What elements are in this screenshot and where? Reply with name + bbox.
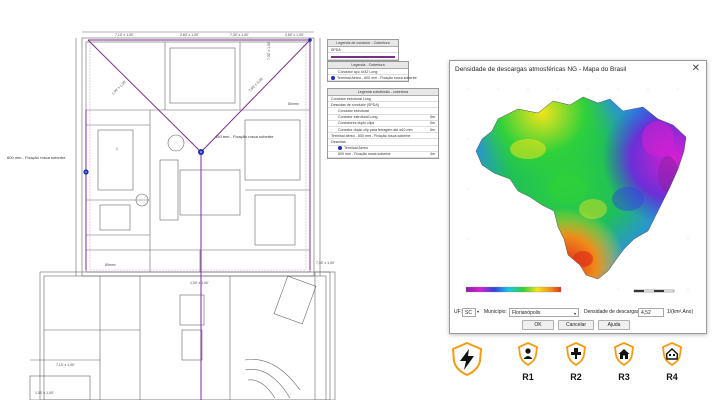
help-button[interactable]: Ajuda xyxy=(598,320,630,330)
legend-row-label: Condutor aço 4x32 Long xyxy=(338,69,378,74)
svg-text:7,30' x 1,00': 7,30' x 1,00' xyxy=(316,261,335,265)
legend-cobertura-header: Legenda - Cobertura xyxy=(328,62,408,69)
uf-select[interactable]: SC xyxy=(462,308,476,317)
uf-label: UF: xyxy=(454,309,463,315)
svg-text:1,00' x 1,00': 1,00' x 1,00' xyxy=(35,391,54,395)
legend-row: 600 mm - Fixação rosca soberbe 4m xyxy=(328,152,438,158)
densidade-unit: 1/(km².Ano) xyxy=(667,309,694,315)
location-form: UF: SC ▾ Município: Florianópolis ▾ Dens… xyxy=(454,308,702,318)
cancel-button[interactable]: Cancelar xyxy=(558,320,594,330)
legend-row-count: 5m xyxy=(430,127,435,132)
svg-text:80mm²: 80mm² xyxy=(288,102,300,106)
density-map-dialog: Densidade de descargas atmosféricas NG -… xyxy=(449,60,707,334)
legend-conductor: Legenda de condutor - Cobertura SPDA xyxy=(327,39,399,62)
legend-row-label: Descidas de condutor (SPDA) xyxy=(331,102,379,107)
person-icon xyxy=(518,342,538,367)
house-icon xyxy=(614,342,634,367)
svg-text:1: 1 xyxy=(116,147,118,151)
legend-row-label: Conectores duplo clips xyxy=(338,121,375,126)
label-terminal-center: 450 mm - Fixação rosca soberbe xyxy=(215,134,274,139)
terminal-icon xyxy=(331,75,335,80)
densidade-value: 4,52 xyxy=(641,310,651,316)
legend-row-label: Condutor estrutural xyxy=(338,108,369,113)
legend-row-label: SPDA xyxy=(331,47,341,52)
svg-text:7,30' x 1,00': 7,30' x 1,00' xyxy=(230,33,249,37)
legend-cobertura: Legenda - Cobertura Condutor aço 4x32 Lo… xyxy=(327,61,417,83)
close-icon[interactable]: ✕ xyxy=(692,63,700,74)
legend-row-label: Conector estrutural Long xyxy=(338,115,378,120)
risk-r2-label: R2 xyxy=(570,372,582,382)
legend-row-label: Terminal Aéreo - 600 mm - Fixação rosca … xyxy=(337,75,417,80)
uf-value: SC xyxy=(465,310,472,316)
map-canvas xyxy=(465,88,689,293)
svg-text:7,10' x 1,00': 7,10' x 1,00' xyxy=(56,363,75,367)
svg-text:80mm²: 80mm² xyxy=(105,263,117,267)
density-scale-bar xyxy=(465,286,562,293)
risk-r2-badge[interactable]: R2 xyxy=(563,342,589,382)
legend-subdivisao-header: Legenda subdivisão - cobertura xyxy=(328,89,438,96)
legend-row-count: 4m xyxy=(430,152,435,157)
svg-text:1,00' x 1,00': 1,00' x 1,00' xyxy=(190,281,209,285)
utility-icon xyxy=(566,342,586,367)
terminal-icon xyxy=(338,146,342,151)
densidade-input[interactable]: 4,52 xyxy=(638,308,664,317)
risk-r4-badge[interactable]: R4 xyxy=(659,342,685,382)
label-terminal-left: 600 mm - Fixação rosca soberbe xyxy=(7,155,66,160)
legend-subdivisao: Legenda subdivisão - cobertura Condutor … xyxy=(327,88,439,159)
brazil-density-map[interactable] xyxy=(458,79,698,305)
legend-row-label: Conector duplo clip para ferragem até ø1… xyxy=(338,127,413,132)
legend-row-label: Terminal Aéreo xyxy=(344,146,368,151)
dialog-title: Densidade de descargas atmosféricas NG -… xyxy=(455,66,627,73)
municipio-label: Município: xyxy=(484,309,507,315)
legend-row-count: 5m xyxy=(430,115,435,120)
legend-conductor-header: Legenda de condutor - Cobertura xyxy=(328,40,398,47)
svg-text:7,10' x 1,00': 7,10' x 1,00' xyxy=(115,33,134,37)
densidade-label: Densidade de descargas: xyxy=(584,309,641,315)
chevron-down-icon: ▾ xyxy=(573,311,576,316)
risk-r3-badge[interactable]: R3 xyxy=(611,342,637,382)
risk-r1-badge[interactable]: R1 xyxy=(515,342,541,382)
risk-r1-label: R1 xyxy=(522,372,534,382)
risk-r4-label: R4 xyxy=(666,372,678,382)
legend-row-label: 600 mm - Fixação rosca soberbe xyxy=(338,152,391,157)
lightning-icon xyxy=(451,341,483,377)
legend-row-label: Terminal aéreo - 600 mm - Fixação rosca … xyxy=(331,133,411,138)
brazil-shape xyxy=(476,97,686,279)
distance-scale xyxy=(633,289,675,293)
lightning-badge[interactable] xyxy=(450,341,484,381)
svg-text:1,00' x 1,00': 1,00' x 1,00' xyxy=(111,79,127,95)
svg-text:2,60' x 1,00': 2,60' x 1,00' xyxy=(285,33,304,37)
risk-r3-label: R3 xyxy=(618,372,630,382)
chevron-down-icon[interactable]: ▾ xyxy=(477,309,479,314)
legend-row: Terminal Aéreo - 600 mm - Fixação rosca … xyxy=(328,75,417,82)
building-icon xyxy=(662,342,682,367)
legend-row-label: Descidas xyxy=(331,139,346,144)
municipio-select[interactable]: Florianópolis ▾ xyxy=(509,308,579,317)
municipio-value: Florianópolis xyxy=(512,310,541,316)
svg-text:2,60' x 1,00': 2,60' x 1,00' xyxy=(180,33,199,37)
legend-line-sample xyxy=(328,53,398,61)
svg-text:7,32' x 1,00': 7,32' x 1,00' xyxy=(267,41,271,60)
ok-button[interactable]: OK xyxy=(522,320,554,330)
legend-row-count: 5m xyxy=(430,121,435,126)
legend-row-label: Condutor estrutural Long xyxy=(331,96,371,101)
cad-drawing: 7,10' x 1,00' 2,60' x 1,00' 7,30' x 1,00… xyxy=(0,0,445,400)
